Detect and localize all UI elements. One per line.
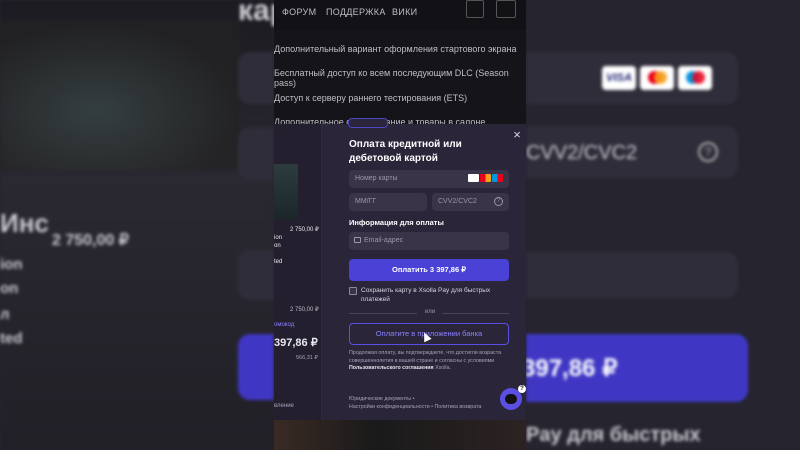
cvv-placeholder: CVV2/CVC2 (438, 198, 477, 205)
or-label: или (424, 309, 436, 315)
email-placeholder: Email-адрес (364, 237, 404, 244)
help-icon[interactable]: ? (494, 197, 503, 206)
bg-card (238, 128, 274, 180)
help-icon: ? (698, 142, 718, 162)
video-bottom (274, 420, 526, 450)
close-button[interactable]: × (510, 128, 524, 142)
footer-fragment: вление (274, 403, 294, 409)
divider (349, 313, 417, 314)
billing-info-label: Информация для оплаты (349, 218, 444, 227)
bg-card (526, 252, 738, 298)
bg-cvv: CVV2/CVC2 (526, 142, 638, 164)
bg-heading: Инс (0, 208, 49, 238)
maestro-icon (678, 66, 712, 90)
card-number-placeholder: Номер карты (355, 175, 398, 182)
footer-links: Юридические документы • Настройки конфид… (349, 395, 499, 411)
legal-text: Xsolla. (433, 365, 452, 371)
background-right: VISA CVV2/CVC2 ? 397,86 ₽ Pay для быстры… (526, 0, 800, 450)
nav-support[interactable]: ПОДДЕРЖКА (326, 7, 386, 17)
user-icon[interactable] (496, 0, 516, 18)
screen: Инс 2 750,00 ₽ ion on л ted карт VISA CV… (0, 0, 800, 450)
mastercard-icon (640, 66, 674, 90)
bg-total: 397,86 ₽ (526, 355, 618, 382)
background-left: Инс 2 750,00 ₽ ion on л ted (0, 0, 274, 450)
maestro-icon (492, 174, 503, 182)
product-image (274, 164, 298, 220)
email-field[interactable]: Email-адрес (349, 232, 509, 250)
bg-card (238, 250, 274, 300)
subtotal: 2 750,00 ₽ (290, 307, 319, 313)
save-card-checkbox[interactable] (349, 287, 357, 295)
bg-line: ted (0, 330, 23, 347)
bg-bottom-text: Pay для быстрых (526, 424, 701, 446)
mastercard-icon (480, 174, 491, 182)
product-price: 2 750,00 ₽ (290, 227, 319, 233)
legal-docs-link[interactable]: Юридические документы • (349, 395, 499, 403)
privacy-refund-links[interactable]: Настройки конфиденциальности • Политика … (349, 403, 499, 411)
visa-icon: VISA (602, 66, 636, 90)
cvv-field[interactable]: CVV2/CVC2 ? (432, 193, 509, 211)
envelope-icon (354, 237, 361, 243)
save-card-label: Сохранить карту в Xsolla Pay для быстрых… (361, 287, 491, 303)
order-summary: 2 750,00 ₽ ion on ted 2 750,00 ₽ омокод … (274, 124, 322, 420)
bg-price: 2 750,00 ₽ (52, 232, 129, 249)
promo-link[interactable]: омокод (274, 322, 294, 328)
feature-item: Доступ к серверу раннего тестирования (E… (274, 93, 468, 103)
bg-card: VISA (526, 52, 738, 104)
truck-image (0, 20, 240, 170)
divider (442, 313, 509, 314)
card-number-field[interactable]: Номер карты (349, 170, 509, 188)
bg-card (238, 334, 274, 400)
bg-card: CVV2/CVC2 ? (526, 126, 738, 178)
card-brand-icons (468, 174, 503, 184)
chat-help-badge: ? (518, 385, 526, 393)
legal-text: Продолжая оплату, вы подтверждаете, что … (349, 350, 502, 364)
product-name: ion (274, 235, 283, 241)
product-name: ted (274, 259, 283, 265)
chat-avatar-icon (505, 394, 517, 404)
bg-line: л (0, 306, 10, 323)
tax-amount: 566,31 ₽ (296, 355, 318, 361)
order-total: 397,86 ₽ (274, 337, 318, 349)
bg-line: on (0, 280, 19, 297)
modal-title: Оплата кредитной или дебетовой картой (349, 139, 462, 164)
payment-tab[interactable] (348, 118, 388, 128)
flag-icon[interactable] (466, 0, 484, 18)
bg-card: 397,86 ₽ (526, 334, 748, 402)
nav-wiki[interactable]: ВИКИ (392, 7, 417, 17)
product-name: on (274, 243, 281, 249)
visa-icon (468, 174, 479, 182)
legal-notice: Продолжая оплату, вы подтверждаете, что … (349, 350, 511, 373)
game-header: ФОРУМ ПОДДЕРЖКА ВИКИ (274, 0, 526, 30)
nav-forum[interactable]: ФОРУМ (282, 7, 316, 17)
bg-line: ion (0, 256, 23, 273)
feature-item: Дополнительный вариант оформления старто… (274, 44, 517, 54)
feature-item: Бесплатный доступ ко всем последующим DL… (274, 68, 509, 88)
expiry-field[interactable]: ММ/ГГ (349, 193, 427, 211)
user-agreement-link[interactable]: Пользовательского соглашения (349, 365, 434, 371)
expiry-placeholder: ММ/ГГ (355, 198, 377, 205)
bg-card (238, 52, 274, 104)
pay-button[interactable]: Оплатить 3 397,86 ₽ (349, 259, 509, 281)
